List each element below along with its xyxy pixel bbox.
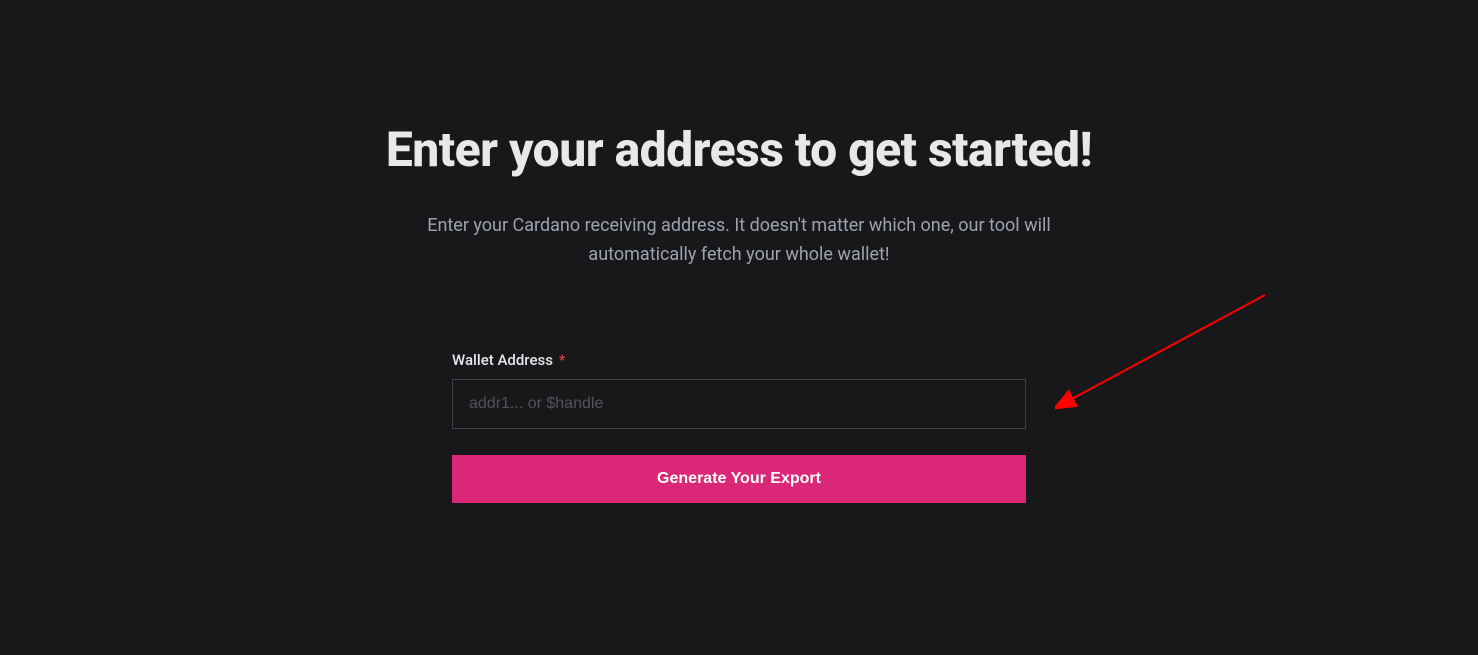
page-subtitle: Enter your Cardano receiving address. It…	[374, 212, 1104, 270]
main-container: Enter your address to get started! Enter…	[369, 120, 1109, 503]
wallet-address-label: Wallet Address	[452, 351, 553, 369]
generate-export-button[interactable]: Generate Your Export	[452, 455, 1026, 503]
wallet-address-input[interactable]	[452, 379, 1026, 429]
wallet-label-row: Wallet Address *	[452, 350, 1026, 369]
page-heading: Enter your address to get started!	[386, 120, 1092, 180]
required-indicator: *	[559, 351, 565, 369]
wallet-form: Wallet Address * Generate Your Export	[452, 350, 1026, 503]
